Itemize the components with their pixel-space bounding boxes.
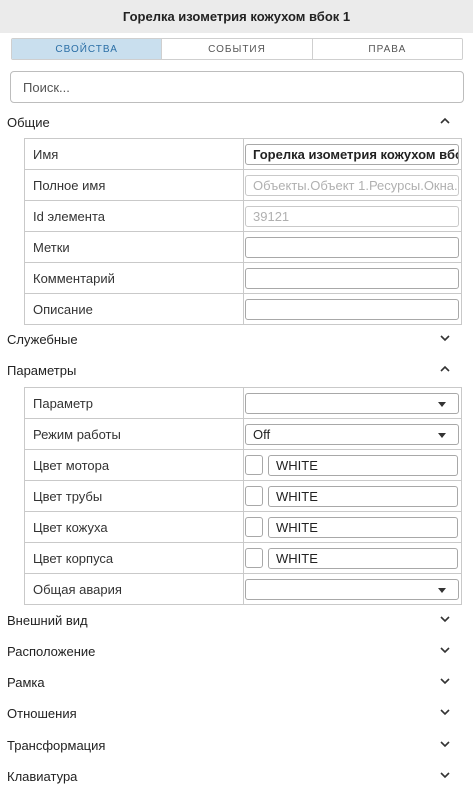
- tab-properties[interactable]: СВОЙСТВА: [12, 39, 163, 59]
- section-transform-label: Трансформация: [7, 737, 106, 753]
- property-label: Имя: [25, 139, 244, 169]
- property-label: Цвет кожуха: [25, 512, 244, 542]
- section-params[interactable]: Параметры: [0, 359, 473, 381]
- section-keyboard[interactable]: Клавиатура: [0, 765, 473, 787]
- section-service[interactable]: Служебные: [0, 328, 473, 350]
- property-label: Параметр: [25, 388, 244, 418]
- property-label: Описание: [25, 294, 244, 324]
- general-alarm-select[interactable]: [245, 578, 459, 600]
- caret-down-icon: [438, 401, 446, 407]
- search-input[interactable]: [10, 71, 464, 103]
- section-appearance[interactable]: Внешний вид: [0, 609, 473, 631]
- property-row-name: Имя Горелка изометрия кожухом вбок 1: [25, 139, 461, 170]
- section-position[interactable]: Расположение: [0, 640, 473, 662]
- chevron-up-icon[interactable]: [438, 362, 452, 376]
- name-field[interactable]: Горелка изометрия кожухом вбок 1: [245, 143, 459, 165]
- full-name-field[interactable]: Объекты.Объект 1.Ресурсы.Окна.: [245, 174, 459, 196]
- body-color-swatch[interactable]: [245, 548, 263, 568]
- chevron-down-icon[interactable]: [438, 737, 452, 751]
- property-row-comment: Комментарий: [25, 263, 461, 294]
- property-row-pipe-color: Цвет трубы WHITE: [25, 481, 461, 512]
- motor-color-swatch[interactable]: [245, 455, 263, 475]
- section-appearance-label: Внешний вид: [7, 612, 88, 628]
- section-relations[interactable]: Отношения: [0, 702, 473, 724]
- section-general-label: Общие: [7, 114, 50, 130]
- property-label: Цвет трубы: [25, 481, 244, 511]
- element-id-field[interactable]: 39121: [245, 205, 459, 227]
- body-color-field[interactable]: WHITE: [268, 547, 458, 569]
- section-general[interactable]: Общие: [0, 111, 473, 133]
- window-title: Горелка изометрия кожухом вбок 1: [0, 0, 473, 33]
- property-row-element-id: Id элемента 39121: [25, 201, 461, 232]
- section-position-label: Расположение: [7, 643, 96, 659]
- chevron-down-icon[interactable]: [438, 705, 452, 719]
- tab-events[interactable]: СОБЫТИЯ: [162, 39, 313, 59]
- general-properties-table: Имя Горелка изометрия кожухом вбок 1 Пол…: [24, 138, 462, 325]
- property-label: Цвет корпуса: [25, 543, 244, 573]
- chevron-down-icon[interactable]: [438, 768, 452, 782]
- chevron-down-icon[interactable]: [438, 674, 452, 688]
- property-label: Id элемента: [25, 201, 244, 231]
- chevron-up-icon[interactable]: [438, 114, 452, 128]
- casing-color-field[interactable]: WHITE: [268, 516, 458, 538]
- chevron-down-icon[interactable]: [438, 612, 452, 626]
- property-row-motor-color: Цвет мотора WHITE: [25, 450, 461, 481]
- description-field[interactable]: [245, 298, 459, 320]
- property-row-body-color: Цвет корпуса WHITE: [25, 543, 461, 574]
- property-label: Общая авария: [25, 574, 244, 604]
- pipe-color-swatch[interactable]: [245, 486, 263, 506]
- mode-select-value: Off: [253, 426, 271, 442]
- comment-field[interactable]: [245, 267, 459, 289]
- section-params-label: Параметры: [7, 362, 77, 378]
- caret-down-icon: [438, 432, 446, 438]
- params-properties-table: Параметр Режим работы Off Цвет мотора WH…: [24, 387, 462, 605]
- section-frame-label: Рамка: [7, 674, 45, 690]
- mode-select[interactable]: Off: [245, 423, 459, 445]
- property-row-full-name: Полное имя Объекты.Объект 1.Ресурсы.Окна…: [25, 170, 461, 201]
- property-label: Метки: [25, 232, 244, 262]
- pipe-color-field[interactable]: WHITE: [268, 485, 458, 507]
- property-row-tags: Метки: [25, 232, 461, 263]
- tab-bar: СВОЙСТВА СОБЫТИЯ ПРАВА: [11, 38, 463, 60]
- chevron-down-icon[interactable]: [438, 331, 452, 345]
- motor-color-field[interactable]: WHITE: [268, 454, 458, 476]
- tags-field[interactable]: [245, 236, 459, 258]
- property-row-casing-color: Цвет кожуха WHITE: [25, 512, 461, 543]
- tab-rights[interactable]: ПРАВА: [312, 39, 462, 59]
- section-service-label: Служебные: [7, 331, 78, 347]
- chevron-down-icon[interactable]: [438, 643, 452, 657]
- section-transform[interactable]: Трансформация: [0, 734, 473, 756]
- property-row-parameter: Параметр: [25, 388, 461, 419]
- section-relations-label: Отношения: [7, 705, 77, 721]
- property-row-general-alarm: Общая авария: [25, 574, 461, 605]
- parameter-select[interactable]: [245, 392, 459, 414]
- property-row-mode: Режим работы Off: [25, 419, 461, 450]
- property-label: Цвет мотора: [25, 450, 244, 480]
- caret-down-icon: [438, 587, 446, 593]
- section-frame[interactable]: Рамка: [0, 671, 473, 693]
- section-keyboard-label: Клавиатура: [7, 768, 78, 784]
- property-label: Полное имя: [25, 170, 244, 200]
- property-label: Комментарий: [25, 263, 244, 293]
- property-label: Режим работы: [25, 419, 244, 449]
- casing-color-swatch[interactable]: [245, 517, 263, 537]
- property-row-description: Описание: [25, 294, 461, 325]
